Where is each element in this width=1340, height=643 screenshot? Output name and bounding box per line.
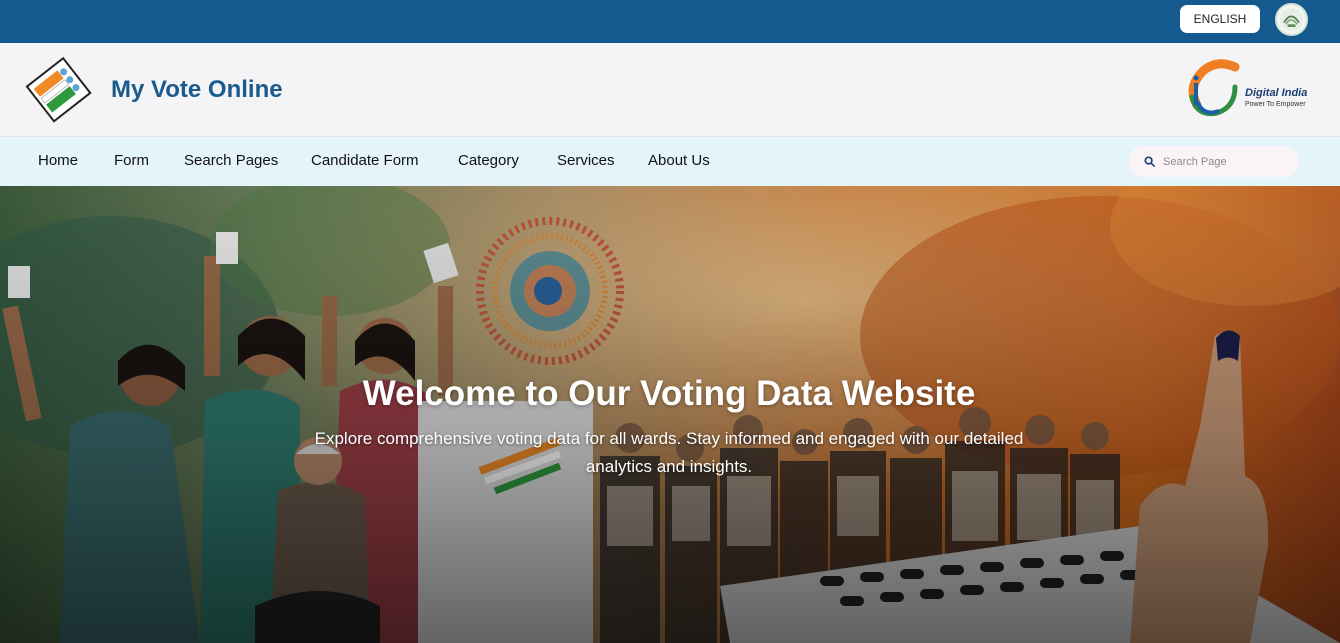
nav-item-services[interactable]: Services bbox=[557, 152, 615, 169]
nav-item-search-pages[interactable]: Search Pages bbox=[184, 152, 278, 169]
language-button[interactable]: ENGLISH bbox=[1180, 5, 1260, 33]
election-logo-icon[interactable] bbox=[18, 53, 96, 125]
hero-subtitle: Explore comprehensive voting data for al… bbox=[314, 429, 1024, 476]
site-title[interactable]: My Vote Online bbox=[111, 76, 283, 104]
nav-item-home[interactable]: Home bbox=[38, 152, 78, 169]
digital-india-title: Digital India bbox=[1245, 87, 1308, 99]
nav-item-about-us[interactable]: About Us bbox=[648, 152, 710, 169]
top-bar: ENGLISH bbox=[0, 0, 1340, 43]
search-input[interactable] bbox=[1163, 155, 1293, 168]
government-emblem-icon[interactable] bbox=[1275, 3, 1308, 36]
nav-item-category[interactable]: Category bbox=[458, 152, 519, 169]
nav-item-candidate-form[interactable]: Candidate Form bbox=[311, 152, 419, 169]
main-navigation: Home Form Search Pages Candidate Form Ca… bbox=[0, 137, 1340, 186]
search-icon bbox=[1144, 156, 1155, 167]
hero-banner: Welcome to Our Voting Data Website Explo… bbox=[0, 186, 1340, 643]
hero-title: Welcome to Our Voting Data Website bbox=[362, 374, 976, 413]
nav-item-form[interactable]: Form bbox=[114, 152, 149, 169]
digital-india-tagline: Power To Empower bbox=[1245, 101, 1306, 108]
search-box[interactable] bbox=[1129, 146, 1299, 177]
site-header: My Vote Online Digital India Power To Em… bbox=[0, 43, 1340, 137]
hero-background-image bbox=[0, 186, 1340, 643]
